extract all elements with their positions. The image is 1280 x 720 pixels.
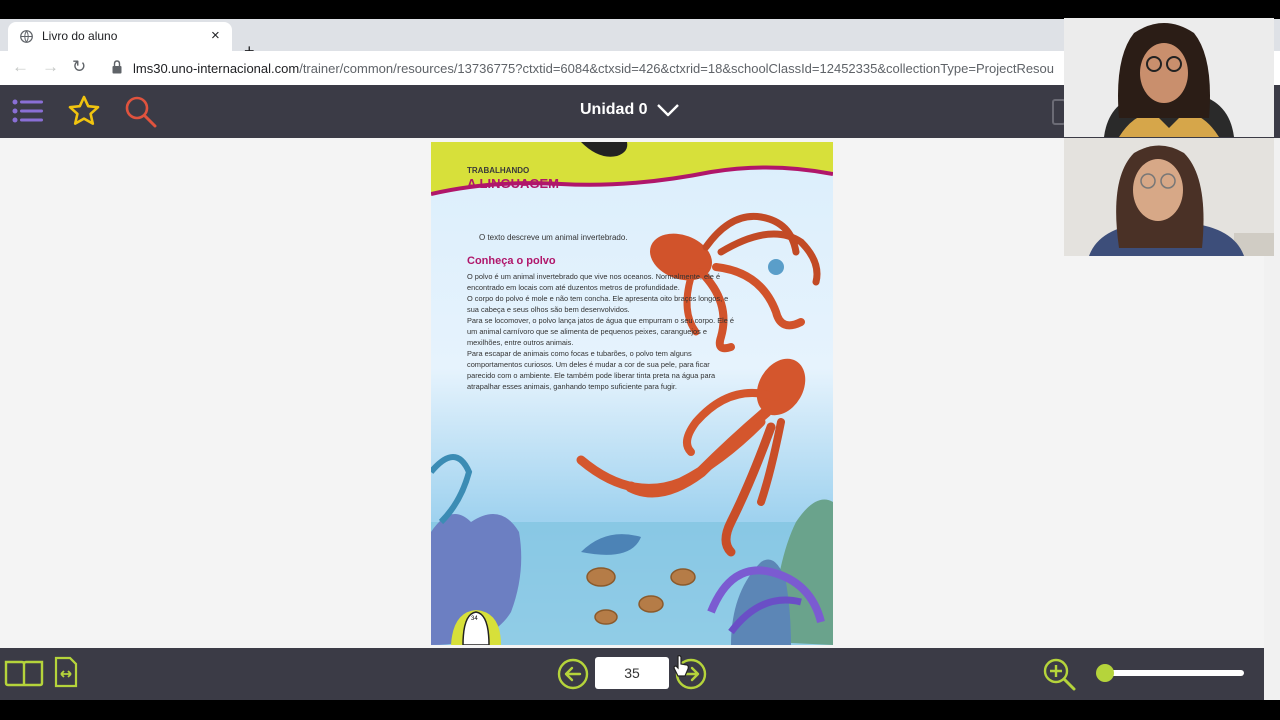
printed-page-number: 34 <box>471 616 478 622</box>
zoom-in-icon[interactable] <box>1042 657 1076 691</box>
url-path: /trainer/common/resources/13736775?ctxti… <box>299 61 1055 76</box>
ocean-illustration <box>431 212 833 645</box>
mouse-cursor-icon <box>673 655 689 677</box>
tab-title: Livro do aluno <box>42 29 118 43</box>
back-arrow-icon[interactable]: ← <box>12 57 29 77</box>
paragraph: O polvo é um animal invertebrado que viv… <box>467 272 721 292</box>
double-page-icon[interactable] <box>4 658 44 688</box>
participant-image <box>1064 18 1274 137</box>
article-body: O polvo é um animal invertebrado que viv… <box>467 271 737 392</box>
section-subtitle: Conheça o polvo <box>467 255 556 267</box>
menu-icon[interactable] <box>12 98 44 124</box>
page-number-input[interactable]: 35 <box>595 657 669 689</box>
previous-page-icon[interactable] <box>557 658 589 690</box>
window-bottom-bar <box>0 700 1280 720</box>
participant-image <box>1064 138 1274 256</box>
chevron-down-icon[interactable] <box>655 100 681 120</box>
tab-close-button[interactable]: × <box>211 27 220 44</box>
url-host: lms30.uno-internacional.com <box>133 61 300 76</box>
paragraph: Para se locomover, o polvo lança jatos d… <box>467 316 735 347</box>
window-top-bar <box>0 0 1280 19</box>
forward-arrow-icon[interactable]: → <box>42 57 59 77</box>
reload-icon[interactable]: ↻ <box>72 57 86 77</box>
fit-page-icon[interactable] <box>53 656 79 688</box>
participant-video-2 <box>1064 138 1274 256</box>
paragraph: Para escapar de animais como focas e tub… <box>467 349 716 391</box>
paragraph: O corpo do polvo é mole e não tem concha… <box>467 294 729 314</box>
unit-title[interactable]: Unidad 0 <box>580 101 648 119</box>
browser-tab[interactable]: Livro do aluno × <box>8 22 232 51</box>
search-icon[interactable] <box>124 95 158 129</box>
globe-icon <box>20 30 33 43</box>
url-field[interactable]: lms30.uno-internacional.com/trainer/comm… <box>133 61 1068 76</box>
participant-video-1 <box>1064 18 1274 137</box>
intro-text: O texto descreve um animal invertebrado. <box>479 233 628 242</box>
zoom-slider-track[interactable] <box>1098 670 1244 676</box>
book-page: TRABALHANDO A LINGUAGEM 34 O texto descr… <box>431 142 833 645</box>
star-icon[interactable] <box>68 95 100 127</box>
lock-icon <box>112 60 122 74</box>
